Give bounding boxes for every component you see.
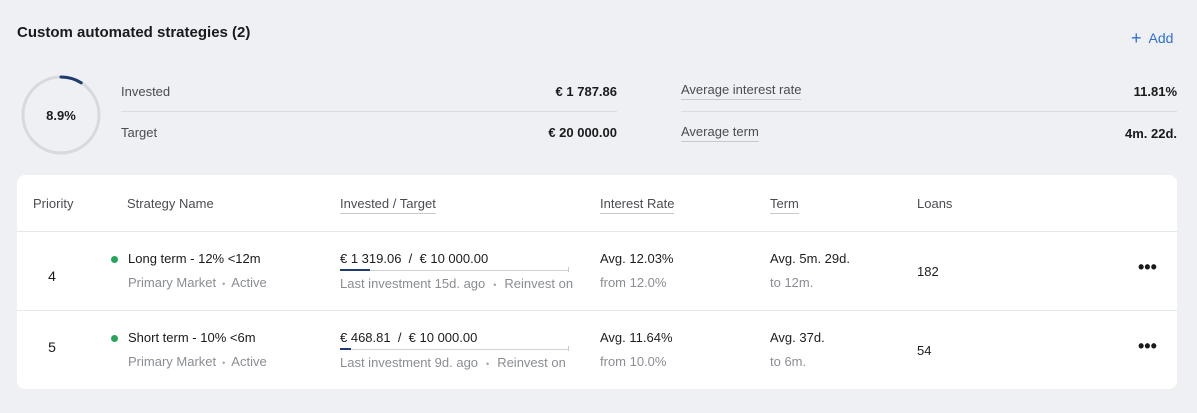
- strategy-meta: Primary Market • Active: [128, 354, 267, 369]
- loans-count: 182: [917, 264, 939, 279]
- term-value: Avg. 37d.: [770, 330, 825, 345]
- progress-end-tick: [568, 346, 569, 351]
- invested-progress-track: [340, 270, 568, 271]
- loans-count: 54: [917, 343, 932, 358]
- header-interest-rate[interactable]: Interest Rate: [600, 196, 675, 214]
- invested-progress-fill: [340, 269, 370, 271]
- invested-target-value: € 1 319.06 / € 10 000.00: [340, 251, 489, 266]
- header-loans: Loans: [917, 196, 953, 211]
- invested-label: Invested: [121, 84, 171, 99]
- term-sub: to 6m.: [770, 354, 807, 369]
- last-investment-meta: Last investment 9d. ago • Reinvest on: [340, 355, 566, 370]
- header-priority: Priority: [33, 196, 74, 211]
- market-label: Primary Market: [128, 354, 217, 369]
- row-divider: [17, 231, 1177, 232]
- avg-term-label: Average term: [681, 124, 759, 142]
- avg-rate-label: Average interest rate: [681, 82, 802, 100]
- strategies-table: Priority Strategy Name Invested / Target…: [17, 175, 1177, 389]
- avg-term-stat: Average term 4m. 22d.: [681, 124, 1177, 142]
- reinvest-status: Reinvest on: [504, 276, 574, 291]
- avg-rate-stat: Average interest rate 11.81%: [681, 82, 1177, 100]
- add-strategy-button[interactable]: + Add: [1131, 28, 1174, 48]
- last-investment: Last investment 9d. ago: [340, 355, 479, 370]
- target-value: € 20 000.00: [548, 125, 617, 140]
- target-stat: Target € 20 000.00: [121, 125, 617, 140]
- section-title: Custom automated strategies (2): [17, 24, 251, 41]
- priority-value: 5: [48, 339, 56, 355]
- invested-stat: Invested € 1 787.86: [121, 84, 617, 99]
- add-label: Add: [1148, 30, 1174, 46]
- active-status-dot: [111, 256, 118, 263]
- invested-value: € 1 787.86: [555, 84, 617, 99]
- divider: [681, 111, 1177, 112]
- progress-end-tick: [568, 267, 569, 272]
- progress-percent: 8.9%: [46, 107, 76, 123]
- strategy-meta: Primary Market • Active: [128, 275, 267, 290]
- row-divider: [17, 310, 1177, 311]
- status-label: Active: [231, 354, 267, 369]
- invested-progress-track: [340, 349, 568, 350]
- more-options-icon[interactable]: •••: [1138, 258, 1157, 276]
- invested-target-value: € 468.81 / € 10 000.00: [340, 330, 478, 345]
- plus-icon: +: [1131, 28, 1142, 48]
- invested-progress-fill: [340, 348, 351, 350]
- target-label: Target: [121, 125, 158, 140]
- interest-rate-value: Avg. 12.03%: [600, 251, 674, 266]
- last-investment: Last investment 15d. ago: [340, 276, 486, 291]
- divider: [121, 111, 617, 112]
- strategy-name[interactable]: Short term - 10% <6m: [128, 330, 256, 345]
- header-strategy-name: Strategy Name: [127, 196, 214, 211]
- more-options-icon[interactable]: •••: [1138, 337, 1157, 355]
- avg-rate-value: 11.81%: [1133, 83, 1177, 99]
- term-value: Avg. 5m. 29d.: [770, 251, 850, 266]
- market-label: Primary Market: [128, 275, 217, 290]
- interest-rate-value: Avg. 11.64%: [600, 330, 673, 345]
- header-term[interactable]: Term: [770, 196, 799, 214]
- interest-rate-sub: from 12.0%: [600, 275, 667, 290]
- priority-value: 4: [48, 268, 56, 284]
- header-invested-target[interactable]: Invested / Target: [340, 196, 436, 214]
- strategy-name[interactable]: Long term - 12% <12m: [128, 251, 261, 266]
- reinvest-status: Reinvest on: [497, 355, 566, 370]
- interest-rate-sub: from 10.0%: [600, 354, 667, 369]
- status-label: Active: [231, 275, 267, 290]
- term-sub: to 12m.: [770, 275, 814, 290]
- active-status-dot: [111, 335, 118, 342]
- last-investment-meta: Last investment 15d. ago • Reinvest on: [340, 276, 574, 291]
- avg-term-value: 4m. 22d.: [1124, 125, 1177, 141]
